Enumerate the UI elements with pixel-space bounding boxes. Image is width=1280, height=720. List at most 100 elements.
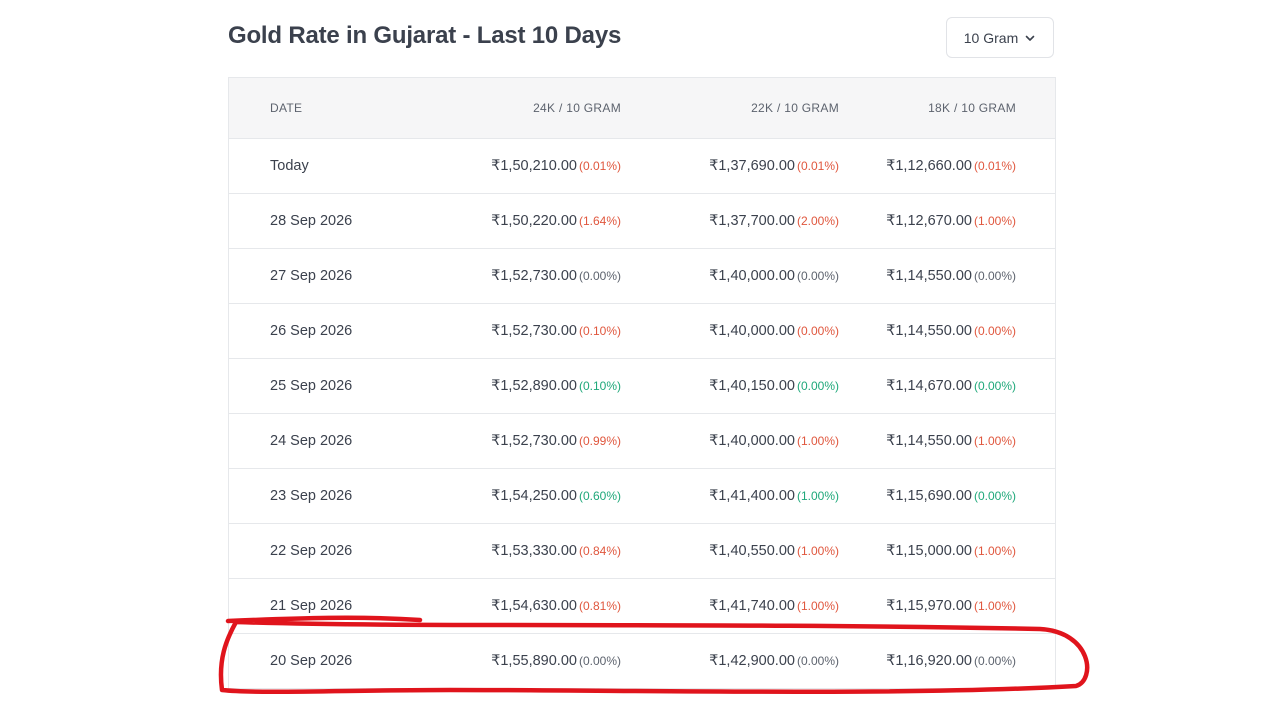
row-k22-change: (1.00%) xyxy=(796,544,839,558)
row-k22-price: ₹1,42,900.00 xyxy=(709,653,795,669)
row-k22-price: ₹1,40,550.00 xyxy=(709,543,795,559)
row-k22-cell: ₹1,42,900.00 (0.00%) xyxy=(621,653,839,669)
row-k24-cell: ₹1,52,730.00 (0.10%) xyxy=(491,323,621,339)
row-k24-cell: ₹1,50,210.00 (0.01%) xyxy=(491,158,621,174)
row-k22-price: ₹1,40,000.00 xyxy=(709,433,795,449)
row-k18-price: ₹1,15,690.00 xyxy=(886,488,972,504)
table-header: DATE 24K / 10 GRAM 22K / 10 GRAM 18K / 1… xyxy=(229,78,1055,139)
row-k24-cell: ₹1,52,730.00 (0.99%) xyxy=(491,433,621,449)
row-k18-cell: ₹1,15,000.00 (1.00%) xyxy=(839,543,1016,559)
table-row: 23 Sep 2026 ₹1,54,250.00 (0.60%) ₹1,41,400.… xyxy=(229,469,1055,524)
row-k24-price: ₹1,54,630.00 xyxy=(491,598,577,614)
column-header-24k: 24K / 10 GRAM xyxy=(533,101,621,115)
row-k22-price: ₹1,37,700.00 xyxy=(709,213,795,229)
row-k24-change: (0.84%) xyxy=(578,544,621,558)
row-k22-cell: ₹1,40,550.00 (1.00%) xyxy=(621,543,839,559)
row-k24-price: ₹1,52,730.00 xyxy=(491,323,577,339)
row-k18-cell: ₹1,14,550.00 (0.00%) xyxy=(839,323,1016,339)
table-row: 25 Sep 2026 ₹1,52,890.00 (0.10%) ₹1,40,150.… xyxy=(229,359,1055,414)
row-k22-change: (0.00%) xyxy=(796,324,839,338)
row-k22-change: (0.01%) xyxy=(796,159,839,173)
row-k22-change: (0.00%) xyxy=(796,654,839,668)
row-k18-change: (0.00%) xyxy=(973,269,1016,283)
row-k24-price: ₹1,52,730.00 xyxy=(491,433,577,449)
row-k18-cell: ₹1,14,550.00 (0.00%) xyxy=(839,268,1016,284)
column-header-18k: 18K / 10 GRAM xyxy=(928,101,1016,115)
table-row: 22 Sep 2026 ₹1,53,330.00 (0.84%) ₹1,40,550.… xyxy=(229,524,1055,579)
row-k24-cell: ₹1,53,330.00 (0.84%) xyxy=(491,543,621,559)
row-k22-change: (2.00%) xyxy=(796,214,839,228)
row-k24-change: (0.81%) xyxy=(578,599,621,613)
row-k24-price: ₹1,52,890.00 xyxy=(491,378,577,394)
row-k22-cell: ₹1,40,000.00 (0.00%) xyxy=(621,323,839,339)
row-k24-change: (0.00%) xyxy=(578,654,621,668)
row-k18-cell: ₹1,12,660.00 (0.01%) xyxy=(839,158,1016,174)
row-k24-cell: ₹1,54,250.00 (0.60%) xyxy=(491,488,621,504)
row-k22-price: ₹1,41,400.00 xyxy=(709,488,795,504)
row-date: 26 Sep 2026 xyxy=(270,323,353,339)
column-header-22k: 22K / 10 GRAM xyxy=(751,101,839,115)
row-date: 28 Sep 2026 xyxy=(270,213,353,229)
row-k18-price: ₹1,12,660.00 xyxy=(886,158,972,174)
row-date: Today xyxy=(270,158,309,174)
row-k24-price: ₹1,53,330.00 xyxy=(491,543,577,559)
row-k24-cell: ₹1,52,890.00 (0.10%) xyxy=(491,378,621,394)
row-k22-cell: ₹1,41,400.00 (1.00%) xyxy=(621,488,839,504)
page: Gold Rate in Gujarat - Last 10 Days 10 G… xyxy=(0,0,1280,720)
row-k24-change: (0.10%) xyxy=(578,379,621,393)
row-k24-price: ₹1,50,210.00 xyxy=(491,158,577,174)
table-row: 21 Sep 2026 ₹1,54,630.00 (0.81%) ₹1,41,740.… xyxy=(229,579,1055,634)
row-k18-cell: ₹1,15,970.00 (1.00%) xyxy=(839,598,1016,614)
row-k24-change: (0.99%) xyxy=(578,434,621,448)
row-k18-cell: ₹1,15,690.00 (0.00%) xyxy=(839,488,1016,504)
row-date: 24 Sep 2026 xyxy=(270,433,353,449)
row-k22-cell: ₹1,41,740.00 (1.00%) xyxy=(621,598,839,614)
row-k18-price: ₹1,16,920.00 xyxy=(886,653,972,669)
row-k18-change: (0.00%) xyxy=(973,379,1016,393)
unit-select-dropdown[interactable]: 10 Gram xyxy=(946,17,1054,58)
row-date: 21 Sep 2026 xyxy=(270,598,353,614)
row-k22-price: ₹1,41,740.00 xyxy=(709,598,795,614)
row-k18-change: (0.01%) xyxy=(973,159,1016,173)
row-k24-price: ₹1,55,890.00 xyxy=(491,653,577,669)
row-k18-price: ₹1,15,000.00 xyxy=(886,543,972,559)
column-header-date: DATE xyxy=(270,101,303,115)
row-k22-change: (1.00%) xyxy=(796,434,839,448)
row-k24-cell: ₹1,50,220.00 (1.64%) xyxy=(491,213,621,229)
row-k22-price: ₹1,37,690.00 xyxy=(709,158,795,174)
row-k18-cell: ₹1,16,920.00 (0.00%) xyxy=(839,653,1016,669)
row-date: 22 Sep 2026 xyxy=(270,543,353,559)
row-k24-change: (0.60%) xyxy=(578,489,621,503)
row-k18-change: (1.00%) xyxy=(973,544,1016,558)
row-k18-price: ₹1,14,550.00 xyxy=(886,433,972,449)
row-k22-change: (0.00%) xyxy=(796,379,839,393)
table-row: 24 Sep 2026 ₹1,52,730.00 (0.99%) ₹1,40,000.… xyxy=(229,414,1055,469)
row-k18-price: ₹1,14,550.00 xyxy=(886,268,972,284)
row-k22-cell: ₹1,40,150.00 (0.00%) xyxy=(621,378,839,394)
unit-select-value: 10 Gram xyxy=(963,29,1019,46)
row-k24-cell: ₹1,54,630.00 (0.81%) xyxy=(491,598,621,614)
row-k22-change: (1.00%) xyxy=(796,489,839,503)
row-k18-change: (0.00%) xyxy=(973,654,1016,668)
row-k24-price: ₹1,54,250.00 xyxy=(491,488,577,504)
table-row: 26 Sep 2026 ₹1,52,730.00 (0.10%) ₹1,40,000.… xyxy=(229,304,1055,359)
page-title: Gold Rate in Gujarat - Last 10 Days xyxy=(228,22,622,49)
row-k24-change: (0.00%) xyxy=(578,269,621,283)
row-k18-cell: ₹1,14,550.00 (1.00%) xyxy=(839,433,1016,449)
row-k24-price: ₹1,52,730.00 xyxy=(491,268,577,284)
row-k24-change: (0.01%) xyxy=(578,159,621,173)
row-k22-price: ₹1,40,000.00 xyxy=(709,268,795,284)
row-k24-price: ₹1,50,220.00 xyxy=(491,213,577,229)
row-k18-price: ₹1,15,970.00 xyxy=(886,598,972,614)
row-k18-change: (1.00%) xyxy=(973,599,1016,613)
row-k22-price: ₹1,40,000.00 xyxy=(709,323,795,339)
row-k24-change: (1.64%) xyxy=(578,214,621,228)
row-k18-change: (0.00%) xyxy=(973,489,1016,503)
row-k18-change: (0.00%) xyxy=(973,324,1016,338)
row-k18-price: ₹1,14,670.00 xyxy=(886,378,972,394)
chevron-down-icon xyxy=(1025,35,1035,41)
table-row: 27 Sep 2026 ₹1,52,730.00 (0.00%) ₹1,40,000.… xyxy=(229,249,1055,304)
row-k18-price: ₹1,14,550.00 xyxy=(886,323,972,339)
row-k22-price: ₹1,40,150.00 xyxy=(709,378,795,394)
row-k22-cell: ₹1,40,000.00 (1.00%) xyxy=(621,433,839,449)
